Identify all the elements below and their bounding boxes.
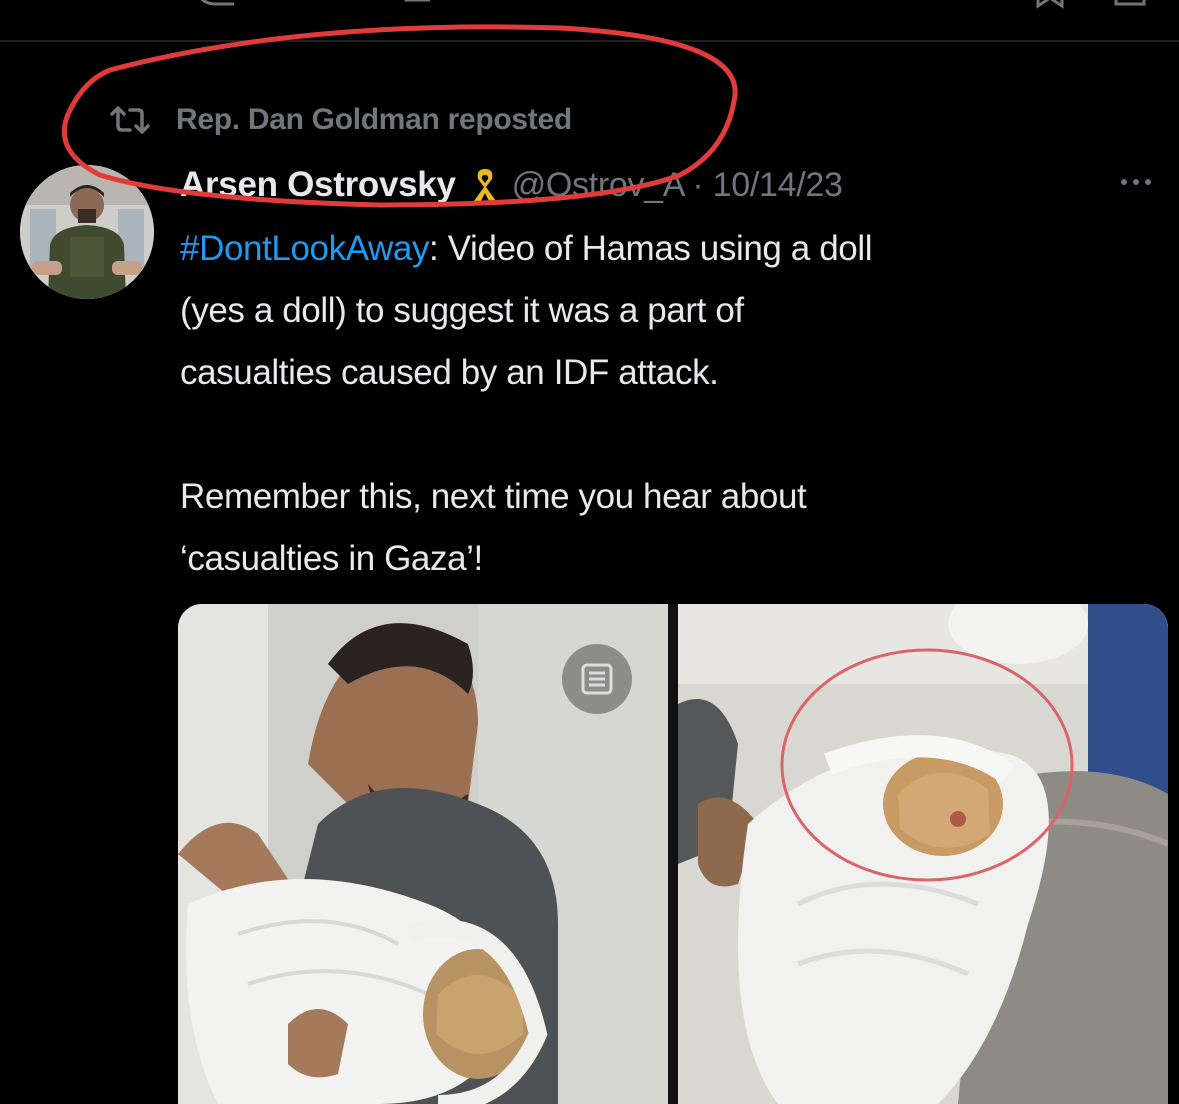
heart-icon <box>605 0 725 12</box>
share-icon <box>1114 0 1146 6</box>
tweet-media[interactable] <box>178 604 1168 1104</box>
bookmark-button[interactable] <box>1030 0 1070 12</box>
repost-action-icon <box>404 0 430 2</box>
views-button[interactable] <box>830 0 930 12</box>
reply-button[interactable] <box>190 0 310 12</box>
tweet-line-2: (yes a doll) to suggest it was a part of <box>180 291 744 330</box>
tweet-action-bar <box>0 0 1179 22</box>
tweet-line-1: #DontLookAway: Video of Hamas using a do… <box>180 218 1170 280</box>
like-button[interactable] <box>605 0 725 12</box>
yellow-ribbon-icon <box>470 165 500 205</box>
tweet-line-5: ‘casualties in Gaza’! <box>180 539 483 578</box>
tweet-line-3: casualties caused by an IDF attack. <box>180 353 719 392</box>
wrapped-doll-closeup-image <box>678 604 1168 1104</box>
tweet-text: #DontLookAway: Video of Hamas using a do… <box>180 218 1170 590</box>
divider <box>0 40 1179 42</box>
repost-label[interactable]: Rep. Dan Goldman reposted <box>176 103 572 137</box>
hashtag-link[interactable]: #DontLookAway <box>180 229 429 268</box>
bookmark-icon <box>1036 0 1064 9</box>
avatar-image <box>20 165 154 299</box>
views-icon <box>830 0 930 12</box>
reply-icon <box>200 0 234 6</box>
share-button[interactable] <box>1110 0 1150 12</box>
avatar[interactable] <box>20 165 154 299</box>
repost-button[interactable] <box>400 0 520 12</box>
handle-and-date[interactable]: @Ostrov_A · 10/14/23 <box>512 166 843 205</box>
watermark-logo-icon <box>562 644 632 714</box>
tweet-line-4: Remember this, next time you hear about <box>180 477 807 516</box>
repost-context[interactable]: Rep. Dan Goldman reposted <box>108 95 572 145</box>
tweet-header: Arsen Ostrovsky @Ostrov_A · 10/14/23 <box>180 160 843 210</box>
media-image-right[interactable] <box>678 604 1168 1104</box>
tweet-line-1-text: : Video of Hamas using a doll <box>429 229 873 268</box>
repost-icon <box>108 104 152 136</box>
display-name[interactable]: Arsen Ostrovsky <box>180 165 456 205</box>
media-image-left[interactable] <box>178 604 668 1104</box>
more-options-icon[interactable] <box>1112 162 1160 202</box>
